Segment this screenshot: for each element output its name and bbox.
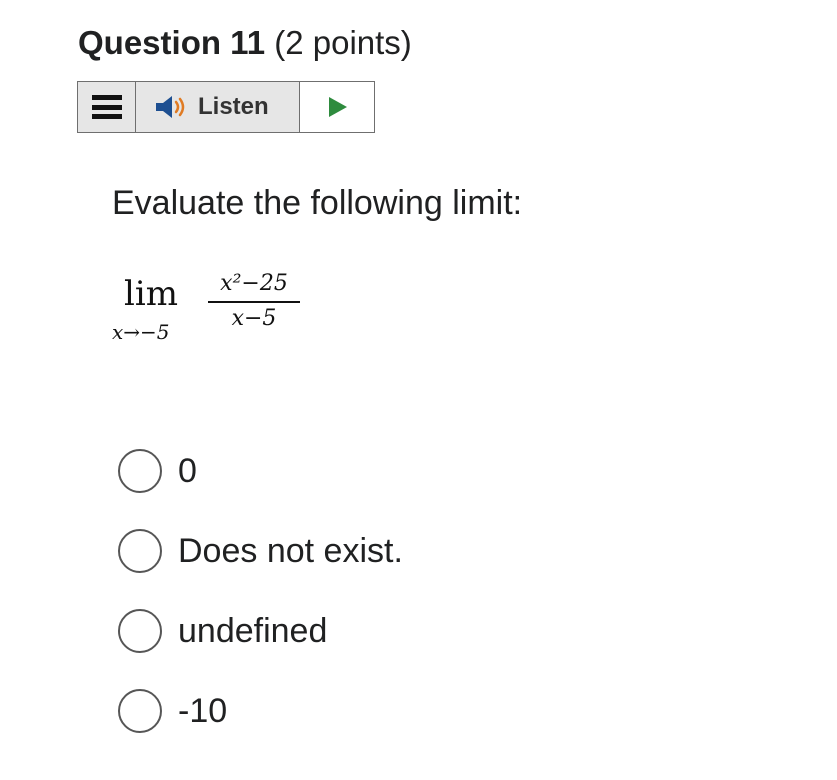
play-button[interactable] <box>300 82 374 132</box>
play-icon <box>329 97 347 117</box>
radio-button[interactable] <box>118 449 162 493</box>
speaker-icon <box>156 96 185 118</box>
limit-expression: lim x→−5 x²−25 x−5 <box>108 268 348 358</box>
radio-button[interactable] <box>118 689 162 733</box>
lim-subscript: x→−5 <box>112 320 170 344</box>
radio-button[interactable] <box>118 609 162 653</box>
toolbar-menu-button[interactable] <box>78 82 136 132</box>
answer-option[interactable]: undefined <box>118 606 538 656</box>
fraction: x²−25 x−5 <box>208 268 300 332</box>
listen-label: Listen <box>198 93 269 120</box>
option-label: -10 <box>178 692 228 730</box>
answer-option[interactable]: -10 <box>118 686 538 736</box>
option-label: 0 <box>178 452 197 490</box>
answer-option[interactable]: Does not exist. <box>118 526 538 576</box>
answer-option[interactable]: 0 <box>118 446 538 496</box>
listen-button[interactable]: Listen <box>136 82 300 132</box>
question-prompt: Evaluate the following limit: <box>112 184 523 222</box>
option-label: undefined <box>178 612 328 650</box>
fraction-bar <box>208 301 300 303</box>
radio-button[interactable] <box>118 529 162 573</box>
question-points: (2 points) <box>265 24 412 61</box>
listen-toolbar: Listen <box>77 81 375 133</box>
hamburger-menu-icon <box>91 95 122 119</box>
lim-operator: lim <box>124 274 178 314</box>
option-label: Does not exist. <box>178 532 403 570</box>
fraction-numerator: x²−25 <box>220 271 288 296</box>
fraction-denominator: x−5 <box>231 306 277 331</box>
question-title: Question 11 <box>78 24 266 61</box>
question-header: Question 11 (2 points) <box>78 18 412 68</box>
